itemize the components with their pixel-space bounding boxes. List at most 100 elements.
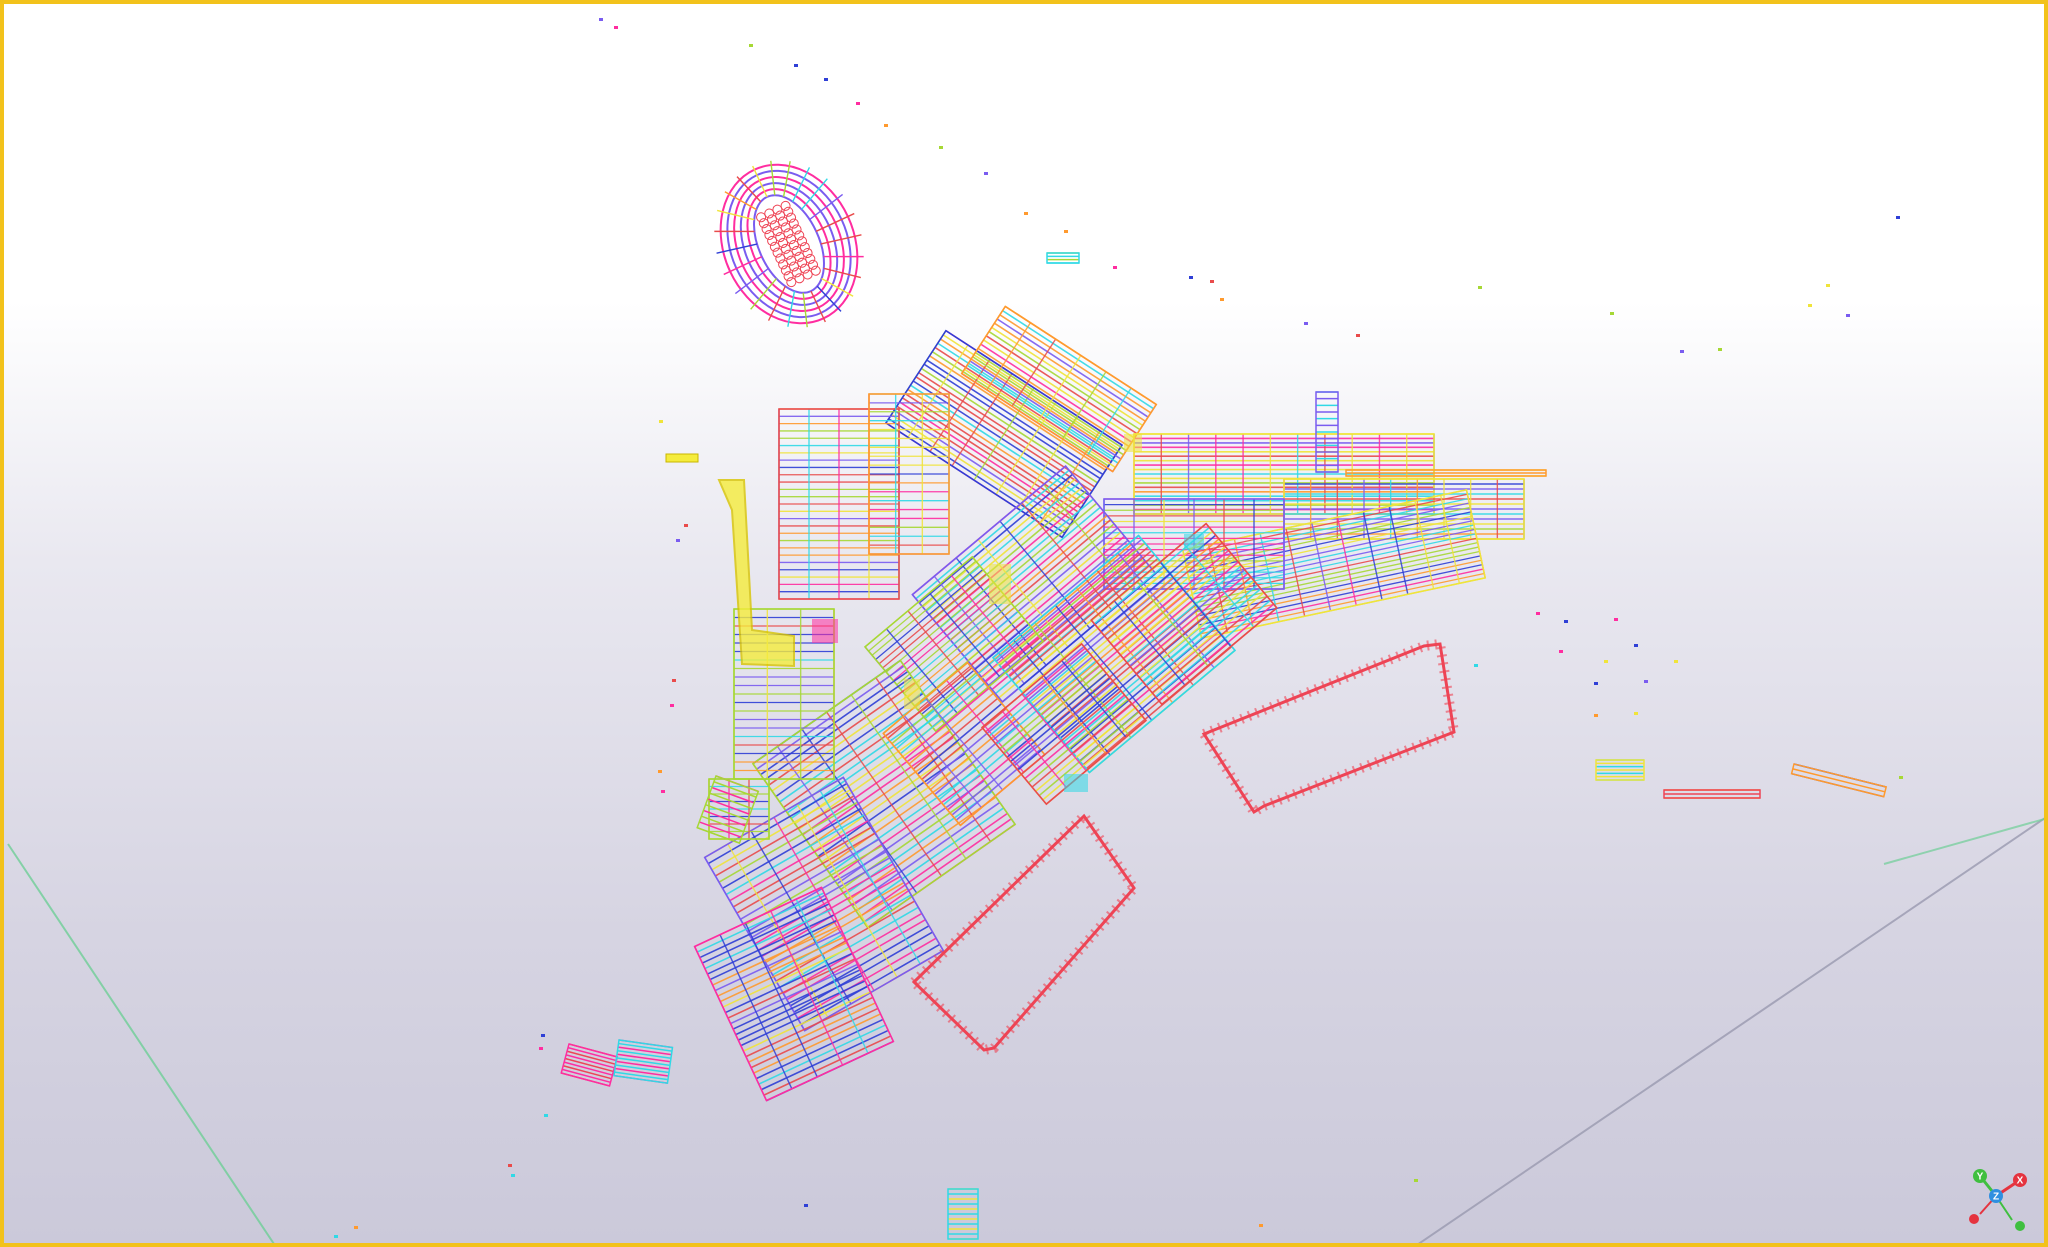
hex-cell xyxy=(791,245,802,256)
small-part xyxy=(1064,230,1068,233)
hex-cell xyxy=(810,265,821,276)
small-assembly[interactable] xyxy=(1790,763,1888,798)
column-member xyxy=(1336,517,1357,606)
z-axis-label: Z xyxy=(1993,1192,1999,1203)
small-part xyxy=(749,44,753,47)
structure-block[interactable] xyxy=(868,393,950,555)
hex-cell xyxy=(783,206,794,217)
small-part xyxy=(1899,776,1903,779)
structure-block[interactable] xyxy=(751,659,1017,929)
small-part xyxy=(539,1047,543,1050)
small-part xyxy=(1808,304,1812,307)
hex-cell xyxy=(775,253,786,264)
radial-member xyxy=(752,165,768,198)
hex-cell xyxy=(794,230,805,241)
assembly-outline xyxy=(1046,252,1080,264)
hex-cell xyxy=(786,255,797,266)
assembly-member xyxy=(615,1064,670,1074)
hex-cell xyxy=(783,249,794,260)
small-assembly[interactable] xyxy=(1345,469,1547,477)
hex-cell xyxy=(764,208,775,219)
hex-cell xyxy=(775,210,786,221)
small-assembly[interactable] xyxy=(947,1188,979,1240)
small-part xyxy=(661,790,665,793)
small-part xyxy=(659,420,663,423)
beam-member xyxy=(1154,599,1271,698)
hex-cell xyxy=(780,243,791,254)
hex-cell xyxy=(799,242,810,253)
assembly-member xyxy=(614,1071,669,1081)
hex-cell xyxy=(780,222,791,233)
small-part xyxy=(1614,618,1618,621)
small-assembly[interactable] xyxy=(1663,789,1761,799)
axis-triad[interactable]: Y X Z xyxy=(1969,1169,2027,1231)
hex-cell xyxy=(788,240,799,251)
oval-structure[interactable] xyxy=(687,136,890,353)
small-assembly[interactable] xyxy=(613,1039,674,1085)
foundation-outline-east[interactable] xyxy=(1196,638,1460,819)
column-member xyxy=(1311,522,1332,611)
column-member xyxy=(999,520,1091,629)
x-axis-label: X xyxy=(2017,1176,2024,1187)
small-part xyxy=(1356,334,1360,337)
small-part xyxy=(1189,276,1193,279)
3d-model-viewport[interactable]: Y X Z xyxy=(0,0,2048,1247)
highlight-panel xyxy=(812,619,838,643)
yellow-piece xyxy=(665,453,699,463)
y-axis-label: Y xyxy=(1977,1172,1984,1183)
hex-cell xyxy=(786,212,797,223)
structure-block[interactable] xyxy=(884,329,1124,539)
structure-block[interactable] xyxy=(778,408,900,600)
small-part xyxy=(1634,644,1638,647)
y-negative-icon xyxy=(2015,1221,2025,1231)
assembly-member xyxy=(618,1042,673,1052)
small-part xyxy=(670,704,674,707)
hex-cell xyxy=(783,271,794,282)
hex-cell xyxy=(786,234,797,245)
small-assembly[interactable] xyxy=(1595,759,1645,781)
small-part xyxy=(1559,650,1563,653)
isolated-assemblies[interactable] xyxy=(560,252,1888,1240)
small-part xyxy=(1674,660,1678,663)
assembly-member xyxy=(713,781,757,798)
small-part xyxy=(1536,612,1540,615)
small-part xyxy=(984,172,988,175)
outline-chord xyxy=(911,813,1136,1052)
small-part xyxy=(1564,620,1568,623)
hex-cell xyxy=(769,220,780,231)
small-part xyxy=(856,102,860,105)
foundation-outline-south[interactable] xyxy=(906,808,1141,1056)
yellow-beam-group[interactable] xyxy=(665,453,795,668)
assembly-member xyxy=(616,1053,671,1063)
hex-cell xyxy=(777,237,788,248)
small-part xyxy=(676,539,680,542)
grid-lines xyxy=(7,817,2044,1243)
assembly-member xyxy=(617,1046,672,1056)
hex-cell xyxy=(788,261,799,272)
small-part xyxy=(544,1114,548,1117)
model-scene[interactable]: Y X Z xyxy=(4,4,2048,1247)
small-assembly[interactable] xyxy=(560,1043,619,1087)
hex-cell xyxy=(772,226,783,237)
highlight-panel xyxy=(1184,534,1204,550)
small-part xyxy=(1896,216,1900,219)
hex-cell xyxy=(797,257,808,268)
grid-line xyxy=(7,843,275,1243)
small-part xyxy=(354,1226,358,1229)
hex-cell xyxy=(791,267,802,278)
hex-cell xyxy=(775,232,786,243)
hex-cell xyxy=(764,229,775,240)
small-part xyxy=(884,124,888,127)
small-part xyxy=(1304,322,1308,325)
hex-cell xyxy=(777,216,788,227)
small-assembly[interactable] xyxy=(1046,252,1080,264)
small-part xyxy=(1594,714,1598,717)
beam-member xyxy=(1158,603,1275,702)
main-model-structure[interactable] xyxy=(693,305,1525,1102)
hex-cell xyxy=(808,259,819,270)
hex-cell xyxy=(767,235,778,246)
radial-member xyxy=(815,212,855,232)
small-part xyxy=(1024,212,1028,215)
small-part xyxy=(614,26,618,29)
small-part xyxy=(1826,284,1830,287)
